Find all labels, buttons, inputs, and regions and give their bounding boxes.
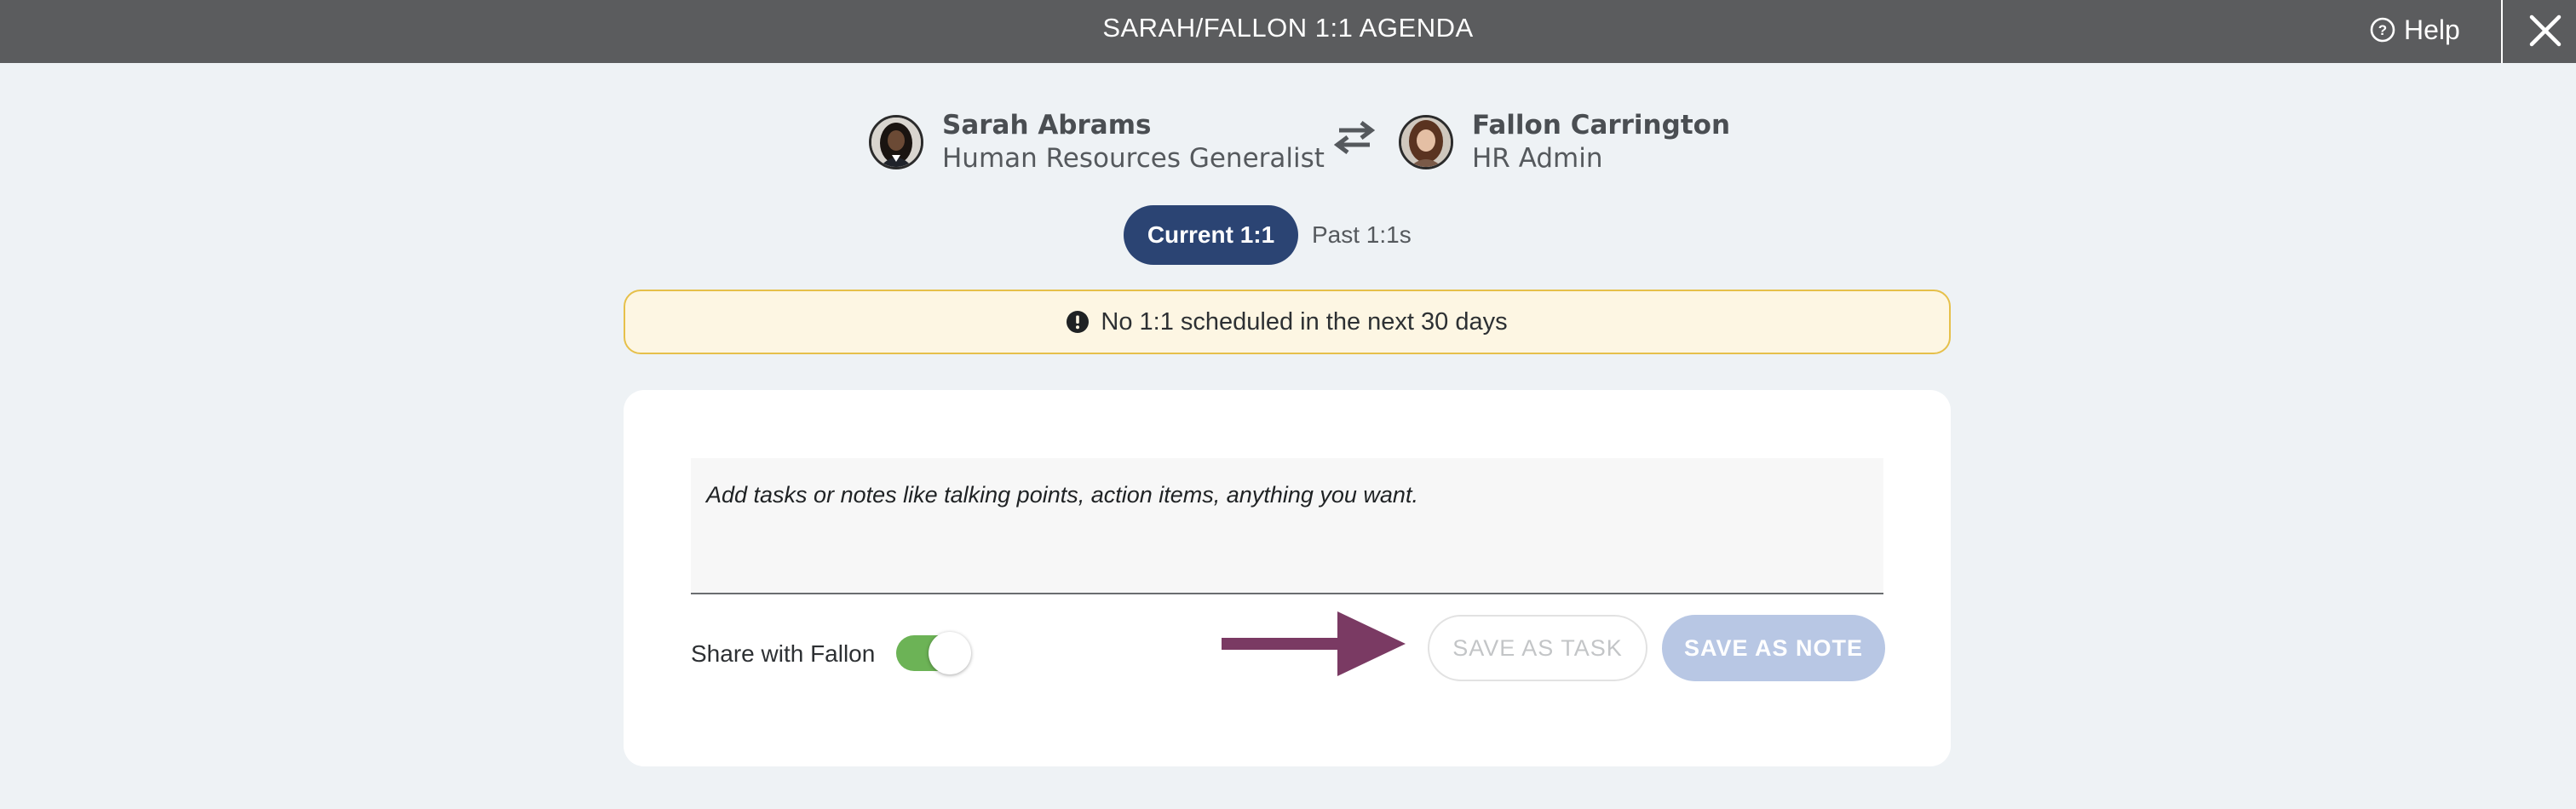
share-toggle[interactable] (896, 632, 973, 674)
help-label: Help (2404, 14, 2460, 45)
manager-info: Sarah Abrams Human Resources Generalist (869, 109, 1325, 175)
manager-avatar (869, 114, 923, 169)
alert-text: No 1:1 scheduled in the next 30 days (1101, 307, 1508, 336)
manager-role: Human Resources Generalist (942, 142, 1325, 174)
schedule-alert: No 1:1 scheduled in the next 30 days (624, 290, 1951, 354)
manager-name: Sarah Abrams (942, 110, 1152, 141)
svg-text:?: ? (2378, 22, 2387, 38)
employee-role: HR Admin (1472, 142, 1603, 174)
save-as-task-button[interactable]: SAVE AS TASK (1428, 615, 1647, 681)
swap-arrows-icon[interactable] (1334, 119, 1375, 155)
pointer-arrow-icon (1222, 611, 1406, 676)
employee-info: Fallon Carrington HR Admin (1399, 109, 1730, 175)
close-button[interactable] (2521, 7, 2569, 55)
share-with-label: Share with Fallon (691, 640, 876, 667)
help-button[interactable]: ? Help (2370, 0, 2460, 60)
question-circle-icon: ? (2370, 17, 2395, 43)
employee-avatar (1399, 114, 1453, 169)
close-icon (2529, 14, 2562, 47)
tab-past-1on1s[interactable]: Past 1:1s (1312, 205, 1412, 265)
exclamation-circle-icon (1067, 311, 1090, 333)
page-title: SARAH/FALLON 1:1 AGENDA (1102, 13, 1474, 43)
save-as-note-button[interactable]: SAVE AS NOTE (1662, 615, 1885, 681)
topbar-divider (2501, 0, 2503, 63)
employee-name: Fallon Carrington (1472, 110, 1731, 141)
tab-current-1on1[interactable]: Current 1:1 (1124, 205, 1298, 265)
agenda-note-input[interactable] (691, 458, 1883, 594)
toggle-knob (929, 632, 971, 674)
